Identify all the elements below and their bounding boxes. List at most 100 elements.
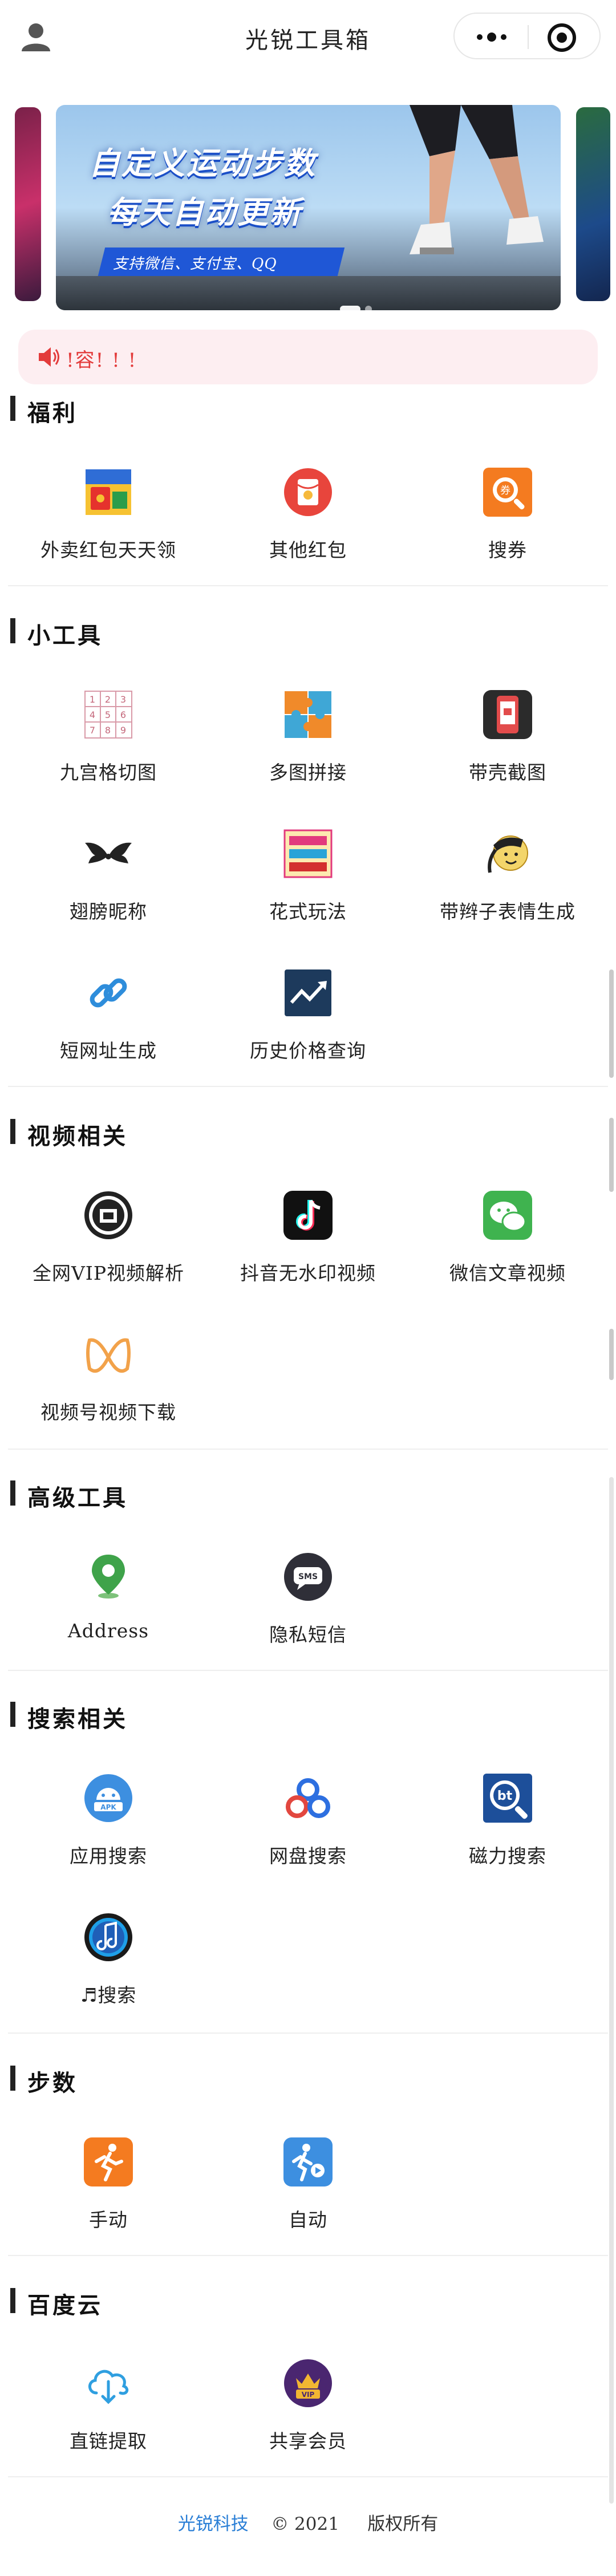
svg-text:1: 1 xyxy=(90,694,95,705)
puzzle-icon xyxy=(285,691,331,738)
tool-food-coupon[interactable]: 外卖红包天天领 xyxy=(11,466,205,575)
section-title-text: 步数 xyxy=(27,2070,78,2096)
tool-steps-auto[interactable]: 自动 xyxy=(211,2136,405,2245)
tool-label: 外卖红包天天领 xyxy=(40,539,176,561)
scrollbar-track-segment xyxy=(609,1118,614,1192)
section-title-text: 小工具 xyxy=(27,622,103,649)
banner-headline-1: 自定义运动步数 xyxy=(89,145,317,181)
speaker-icon xyxy=(39,347,59,367)
tool-shared-vip[interactable]: VIP 共享会员 xyxy=(211,2358,405,2466)
tool-label: 微信文章视频 xyxy=(449,1262,566,1284)
tiktok-icon xyxy=(283,1191,333,1240)
svg-text:SMS: SMS xyxy=(298,1572,318,1581)
close-mini-program-icon[interactable] xyxy=(546,22,578,54)
wings-icon xyxy=(85,842,132,863)
tool-label: 隐私短信 xyxy=(269,1624,347,1646)
tool-label: 翅膀昵称 xyxy=(70,900,147,923)
tool-fancy-text[interactable]: 花式玩法 xyxy=(211,828,405,936)
tool-label: 全网VIP视频解析 xyxy=(32,1262,185,1284)
tool-multi-image-join[interactable]: 多图拼接 xyxy=(211,689,405,797)
price-chart-icon xyxy=(285,969,331,1016)
section-title-bar xyxy=(10,1702,15,1727)
tool-short-url[interactable]: 短网址生成 xyxy=(11,967,205,1076)
svg-text:券: 券 xyxy=(500,485,510,497)
tool-vip-video-parse[interactable]: 全网VIP视频解析 xyxy=(11,1190,205,1298)
section-title-bar xyxy=(10,1119,15,1144)
tool-private-sms[interactable]: SMS 隐私短信 xyxy=(211,1551,405,1660)
tool-red-envelope[interactable]: 其他红包 xyxy=(211,466,405,575)
food-coupon-icon xyxy=(86,469,131,515)
tool-magnet-search[interactable]: bt 磁力搜索 xyxy=(411,1772,605,1881)
tool-wings-nickname[interactable]: 翅膀昵称 xyxy=(11,828,205,936)
tool-label: 视频号视频下载 xyxy=(40,1401,176,1423)
section-title-text: 福利 xyxy=(27,400,78,427)
fancy-text-icon xyxy=(283,829,333,878)
tool-label: 九宫格切图 xyxy=(60,761,157,784)
svg-text:5: 5 xyxy=(105,709,111,720)
tool-label: 短网址生成 xyxy=(60,1040,157,1062)
bt-search-icon: bt xyxy=(483,1774,532,1823)
section-divider xyxy=(8,1670,608,1671)
carousel-prev-card[interactable] xyxy=(15,107,41,301)
svg-text:8: 8 xyxy=(105,725,111,736)
notice-text: !容! ! ! xyxy=(66,349,137,372)
svg-text:APK: APK xyxy=(100,1803,116,1811)
tool-nine-grid[interactable]: 123 456 789 九宫格切图 xyxy=(11,689,205,797)
section-divider xyxy=(8,585,608,586)
footer-brand-link[interactable]: 光锐科技 xyxy=(178,2514,249,2534)
tool-cloud-disk-search[interactable]: 网盘搜索 xyxy=(211,1772,405,1881)
runner-legs-image xyxy=(410,105,544,254)
red-envelope-icon xyxy=(284,468,332,516)
tool-label: 网盘搜索 xyxy=(269,1845,347,1867)
more-icon[interactable] xyxy=(472,26,512,48)
coupon-search-icon: 券 xyxy=(483,468,532,517)
phone-frame-icon xyxy=(483,690,532,739)
tool-app-search[interactable]: APK 应用搜索 xyxy=(11,1772,205,1881)
banner-slide[interactable]: 自定义运动步数 每天自动更新 支持微信、支付宝、QQ xyxy=(56,105,561,310)
section-title-text: 搜索相关 xyxy=(27,1706,128,1733)
svg-text:7: 7 xyxy=(90,725,95,736)
channels-icon xyxy=(86,1338,131,1373)
tool-label: 其他红包 xyxy=(269,539,347,561)
carousel-next-card[interactable] xyxy=(576,107,610,301)
section-title-text: 百度云 xyxy=(27,2292,103,2319)
scrollbar-thumb[interactable] xyxy=(609,969,614,1078)
section-divider xyxy=(8,2476,608,2477)
tool-price-history[interactable]: 历史价格查询 xyxy=(211,967,405,1076)
link-icon xyxy=(90,978,127,1008)
section-title-bar xyxy=(10,2066,15,2091)
tool-channels-download[interactable]: 视频号视频下载 xyxy=(11,1329,205,1437)
banner-carousel[interactable]: 自定义运动步数 每天自动更新 支持微信、支付宝、QQ xyxy=(0,91,616,319)
tool-phone-frame-screenshot[interactable]: 带壳截图 xyxy=(411,689,605,797)
section-title-text: 视频相关 xyxy=(27,1123,128,1150)
tool-label: 应用搜索 xyxy=(70,1845,147,1867)
tool-address[interactable]: Address xyxy=(11,1551,205,1660)
tool-label: 磁力搜索 xyxy=(469,1845,546,1867)
tool-label: Address xyxy=(67,1620,149,1642)
tool-music-search[interactable]: ♬搜索 xyxy=(11,1912,205,2020)
tool-wechat-article-video[interactable]: 微信文章视频 xyxy=(411,1190,605,1298)
scrollbar-track xyxy=(609,1477,614,2504)
nine-grid-icon: 123 456 789 xyxy=(84,691,132,739)
notice-bar[interactable]: !容! ! ! xyxy=(18,330,598,384)
section-divider xyxy=(8,2255,608,2256)
tool-braid-emoji[interactable]: 带辫子表情生成 xyxy=(411,828,605,936)
tool-steps-manual[interactable]: 手动 xyxy=(11,2136,205,2245)
tool-douyin-no-watermark[interactable]: 抖音无水印视频 xyxy=(211,1190,405,1298)
tool-label: 共享会员 xyxy=(269,2430,347,2452)
svg-text:6: 6 xyxy=(120,709,126,720)
carousel-dot xyxy=(365,306,372,310)
section-divider xyxy=(8,1086,608,1087)
wechat-icon xyxy=(483,1191,532,1240)
section-title-text: 高级工具 xyxy=(27,1484,128,1511)
tool-label: 带壳截图 xyxy=(469,761,546,784)
tool-coupon-search[interactable]: 券 搜券 xyxy=(411,466,605,575)
section-title-bar xyxy=(10,618,15,643)
scrollbar-track-segment xyxy=(609,1329,614,1380)
section-title-bar xyxy=(10,2288,15,2313)
footer: 光锐科技 © 2021 版权所有 xyxy=(0,2509,616,2535)
tool-label: 手动 xyxy=(89,2209,128,2231)
mini-program-capsule xyxy=(453,13,601,59)
tool-direct-link[interactable]: 直链提取 xyxy=(11,2358,205,2466)
carousel-dot-active xyxy=(340,306,360,310)
